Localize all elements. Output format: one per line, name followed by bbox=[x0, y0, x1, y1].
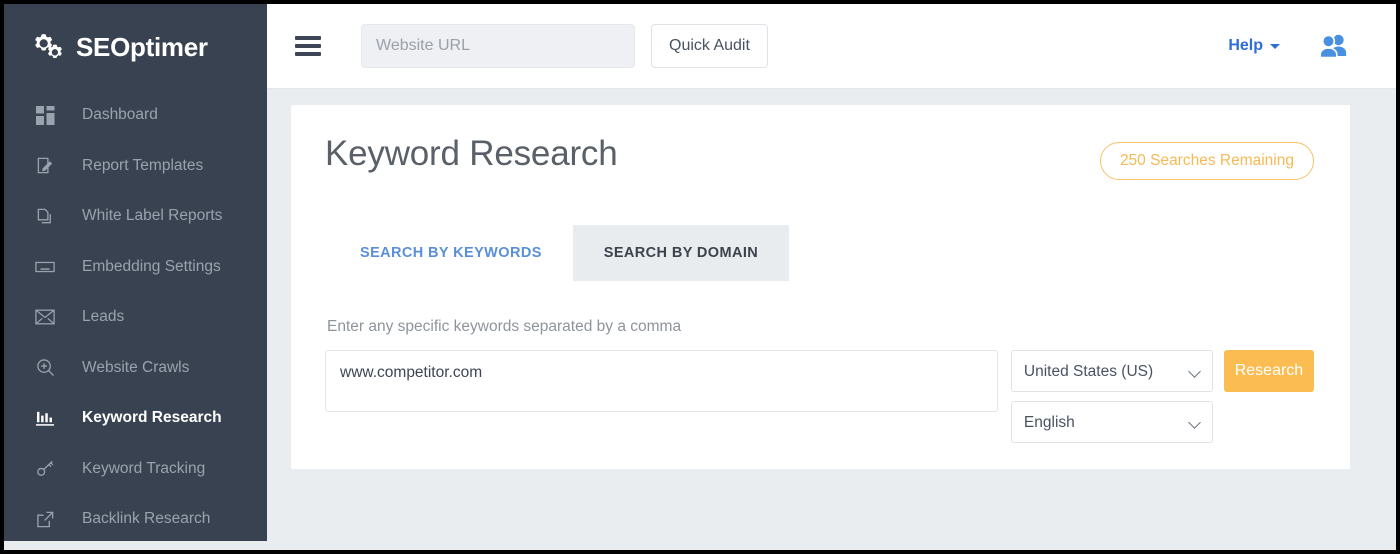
key-icon bbox=[34, 458, 56, 480]
top-bar-right: Help bbox=[1228, 33, 1348, 59]
sidebar-item-embedding-settings[interactable]: Embedding Settings bbox=[4, 242, 267, 293]
external-link-icon bbox=[34, 508, 56, 530]
tab-search-by-domain[interactable]: SEARCH BY DOMAIN bbox=[573, 225, 789, 281]
app-window: SEOptimer Dashboard Report Templates bbox=[4, 4, 1396, 550]
website-url-input[interactable] bbox=[361, 24, 635, 68]
top-bar: Quick Audit Help bbox=[267, 4, 1396, 89]
sidebar-item-label: Embedding Settings bbox=[82, 258, 221, 276]
sidebar-item-white-label-reports[interactable]: White Label Reports bbox=[4, 191, 267, 242]
users-avatar-icon[interactable] bbox=[1318, 33, 1348, 59]
sidebar-item-label: Report Templates bbox=[82, 157, 203, 175]
content-area: Keyword Research 250 Searches Remaining … bbox=[267, 89, 1396, 550]
brand-logo[interactable]: SEOptimer bbox=[4, 4, 267, 90]
language-select-wrap: English bbox=[1011, 401, 1213, 443]
sidebar-item-website-crawls[interactable]: Website Crawls bbox=[4, 343, 267, 394]
brand-name: SEOptimer bbox=[76, 32, 208, 63]
sidebar-item-label: Keyword Tracking bbox=[82, 460, 205, 478]
bar-chart-icon bbox=[34, 407, 56, 429]
quick-audit-button[interactable]: Quick Audit bbox=[651, 24, 768, 68]
sidebar-item-dashboard[interactable]: Dashboard bbox=[4, 90, 267, 141]
magnifier-plus-icon bbox=[34, 357, 56, 379]
form-box-icon bbox=[34, 256, 56, 278]
sidebar-item-label: Website Crawls bbox=[82, 359, 189, 377]
sidebar-item-report-templates[interactable]: Report Templates bbox=[4, 141, 267, 192]
sidebar-item-leads[interactable]: Leads bbox=[4, 292, 267, 343]
page-title: Keyword Research bbox=[325, 133, 618, 175]
sidebar-item-backlink-research[interactable]: Backlink Research bbox=[4, 494, 267, 541]
chevron-down-icon bbox=[1270, 44, 1280, 49]
card-header: Keyword Research 250 Searches Remaining bbox=[325, 133, 1314, 180]
envelope-icon bbox=[34, 306, 56, 328]
tab-search-by-keywords[interactable]: SEARCH BY KEYWORDS bbox=[329, 225, 573, 281]
research-button[interactable]: Research bbox=[1224, 350, 1314, 392]
language-select[interactable]: English bbox=[1011, 401, 1213, 443]
sidebar: SEOptimer Dashboard Report Templates bbox=[4, 4, 267, 541]
gear-logo-icon bbox=[30, 28, 68, 66]
searches-remaining-badge: 250 Searches Remaining bbox=[1100, 142, 1314, 180]
hamburger-icon[interactable] bbox=[295, 36, 321, 56]
help-label: Help bbox=[1228, 37, 1263, 55]
pencil-square-icon bbox=[34, 155, 56, 177]
keywords-field-label: Enter any specific keywords separated by… bbox=[327, 318, 1314, 336]
sidebar-item-label: White Label Reports bbox=[82, 207, 222, 225]
search-mode-tabs: SEARCH BY KEYWORDS SEARCH BY DOMAIN bbox=[329, 225, 1314, 281]
sidebar-item-keyword-research[interactable]: Keyword Research bbox=[4, 393, 267, 444]
sidebar-item-label: Leads bbox=[82, 308, 124, 326]
search-form-row: www.competitor.com United States (US) En… bbox=[325, 350, 1314, 443]
keyword-research-card: Keyword Research 250 Searches Remaining … bbox=[291, 105, 1350, 469]
sidebar-item-label: Backlink Research bbox=[82, 510, 210, 528]
grid-dashboard-icon bbox=[34, 104, 56, 126]
copy-files-icon bbox=[34, 205, 56, 227]
sidebar-item-label: Dashboard bbox=[82, 106, 158, 124]
main-region: Quick Audit Help bbox=[267, 4, 1396, 550]
country-select-wrap: United States (US) bbox=[1011, 350, 1213, 392]
sidebar-item-keyword-tracking[interactable]: Keyword Tracking bbox=[4, 444, 267, 495]
locale-selects: United States (US) English bbox=[1011, 350, 1213, 443]
help-menu[interactable]: Help bbox=[1228, 37, 1280, 55]
sidebar-item-label: Keyword Research bbox=[82, 409, 222, 427]
keywords-input[interactable]: www.competitor.com bbox=[325, 350, 998, 412]
country-select[interactable]: United States (US) bbox=[1011, 350, 1213, 392]
